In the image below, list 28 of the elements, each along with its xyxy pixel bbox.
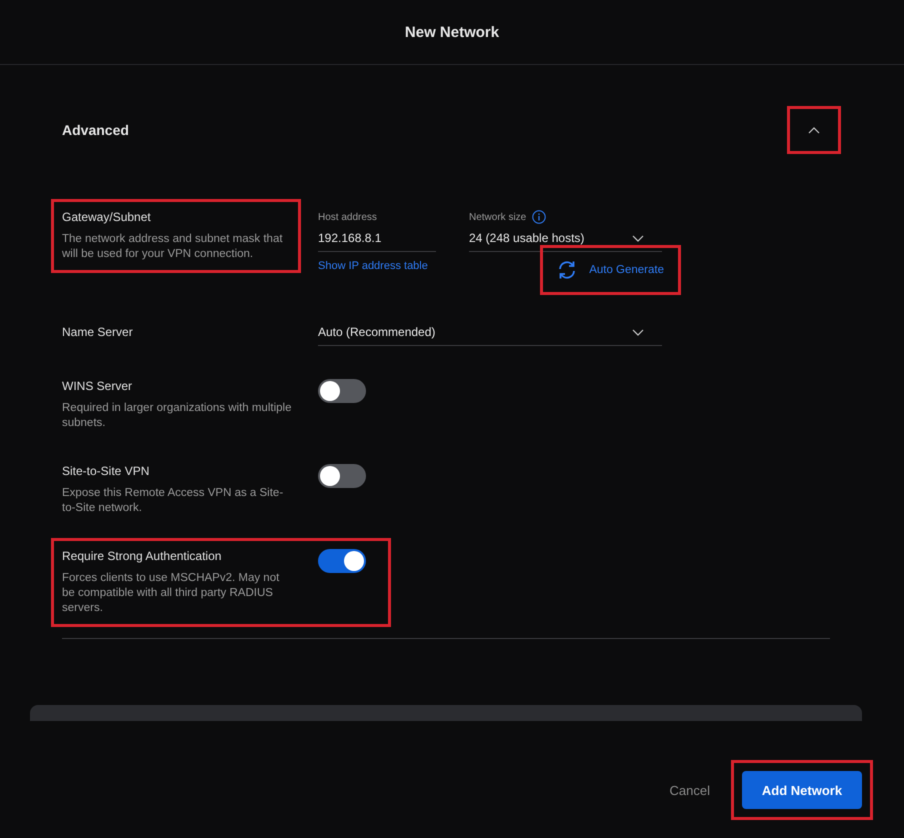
network-size-dropdown[interactable]: 24 (248 usable hosts) bbox=[469, 224, 662, 252]
chevron-down-icon bbox=[632, 328, 644, 336]
setting-label: Require Strong Authentication bbox=[62, 549, 222, 563]
setting-description: The network address and subnet mask that will be used for your VPN connection. bbox=[62, 232, 284, 262]
section-title: Advanced bbox=[62, 122, 129, 138]
setting-label: Name Server bbox=[62, 325, 134, 339]
dialog-title: New Network bbox=[404, 24, 500, 40]
field-label: Network size bbox=[469, 212, 526, 222]
setting-description: Required in larger organizations with multiple subnets. bbox=[62, 401, 292, 431]
setting-description: Forces clients to use MSCHAPv2. May not be compatible with all third party RADIUS servers. bbox=[62, 571, 280, 616]
setting-label: WINS Server bbox=[62, 379, 134, 393]
cancel-button[interactable]: Cancel bbox=[670, 782, 710, 798]
info-icon[interactable] bbox=[532, 210, 546, 224]
chevron-down-icon bbox=[632, 234, 644, 242]
field-label: Host address bbox=[318, 210, 378, 224]
toggle-switch[interactable] bbox=[318, 379, 366, 403]
toggle-switch[interactable] bbox=[318, 549, 366, 573]
toggle-switch[interactable] bbox=[318, 464, 366, 488]
setting-label: Gateway/Subnet bbox=[62, 210, 152, 224]
name-server-dropdown[interactable]: Auto (Recommended) bbox=[318, 318, 662, 346]
chevron-up-icon bbox=[808, 126, 820, 134]
setting-description: Expose this Remote Access VPN as a Site-to-Site network. bbox=[62, 486, 284, 516]
setting-label: Site-to-Site VPN bbox=[62, 464, 150, 478]
auto-generate-button[interactable]: Auto Generate bbox=[551, 256, 670, 284]
host-address-field[interactable]: 192.168.8.1 bbox=[318, 224, 436, 252]
add-network-button[interactable]: Add Network bbox=[742, 771, 862, 809]
refresh-icon bbox=[557, 260, 578, 280]
ip-table-link[interactable]: Show IP address table bbox=[318, 260, 436, 272]
